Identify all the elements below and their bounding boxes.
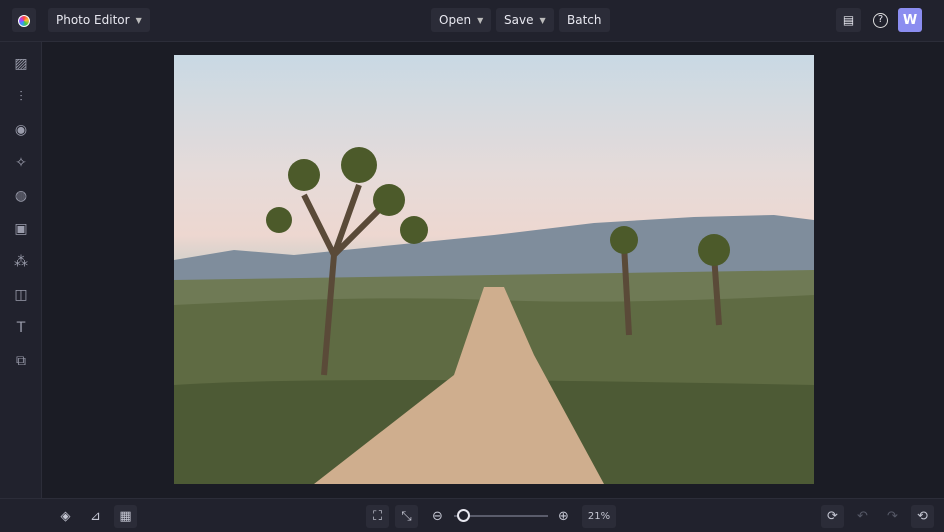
save-button[interactable]: Save ▼	[496, 8, 554, 32]
graphics-icon[interactable]: ⁂	[12, 253, 30, 271]
redo-icon: ↷	[887, 509, 898, 524]
open-label: Open	[439, 13, 472, 27]
open-button[interactable]: Open ▼	[431, 8, 492, 32]
plus-circle-icon: ⊕	[558, 509, 569, 524]
zoom-out-button[interactable]: ⊖	[426, 505, 449, 528]
batch-button[interactable]: Batch	[559, 8, 610, 32]
history-icon: ⟲	[917, 509, 928, 524]
artsy-icon[interactable]: ◍	[12, 187, 30, 205]
chevron-down-icon: ▼	[477, 15, 484, 25]
minus-circle-icon: ⊖	[432, 509, 443, 524]
expand-icon: ⛶	[372, 509, 383, 524]
undo-button[interactable]: ↶	[851, 505, 874, 528]
zoom-in-button[interactable]: ⊕	[552, 505, 575, 528]
help-button[interactable]: ?	[868, 8, 893, 32]
avatar[interactable]: W	[898, 8, 922, 32]
zoom-slider[interactable]	[454, 509, 548, 522]
top-bar: Photo Editor ▼ Open ▼ Save ▼ Batch ▤ ? W	[0, 0, 944, 42]
overlays-icon[interactable]: ◫	[12, 286, 30, 304]
zoom-slider-handle[interactable]	[456, 509, 470, 522]
history-button[interactable]: ⟲	[911, 505, 934, 528]
text-icon[interactable]: T	[12, 319, 30, 337]
sparkle-icon[interactable]: ✧	[12, 154, 30, 172]
landscape-image	[174, 147, 814, 484]
shrink-icon: ⤡	[401, 509, 412, 524]
image-icon[interactable]: ▨	[12, 55, 30, 73]
batch-label: Batch	[567, 13, 602, 27]
sidebar: ▨ ⫶ ◉ ✧ ◍ ▣ ⁂ ◫ T ⧉	[0, 42, 42, 498]
reset-button[interactable]: ⟳	[821, 505, 844, 528]
comment-icon: ▤	[842, 13, 855, 27]
layers-icon: ◈	[60, 509, 71, 524]
app-menu-label: Photo Editor	[56, 13, 130, 27]
refresh-icon: ⟳	[827, 509, 838, 524]
grid-button[interactable]: ▦	[114, 505, 137, 528]
adjust-icon[interactable]: ⫶	[12, 88, 30, 106]
photo-editor-menu[interactable]: Photo Editor ▼	[48, 8, 150, 32]
grid-icon: ▦	[119, 509, 132, 524]
photo-canvas[interactable]	[174, 55, 814, 484]
layers-button[interactable]: ◈	[54, 505, 77, 528]
logo-icon	[18, 15, 30, 27]
zoom-percent: 21%	[582, 505, 616, 528]
bottom-toolbar: ◈ ⊿ ▦ ⛶ ⤡ ⊖ ⊕ 21% ⟳ ↶ ↷ ⟲	[0, 498, 944, 532]
undo-icon: ↶	[857, 509, 868, 524]
chevron-down-icon: ▼	[539, 15, 546, 25]
save-label: Save	[504, 13, 534, 27]
zoom-percent-label: 21%	[587, 511, 611, 522]
crop-icon: ⊿	[90, 509, 101, 524]
frames-icon[interactable]: ▣	[12, 220, 30, 238]
crop-button[interactable]: ⊿	[84, 505, 107, 528]
effects-icon[interactable]: ◉	[12, 121, 30, 139]
actual-size-button[interactable]: ⤡	[395, 505, 418, 528]
comments-button[interactable]: ▤	[836, 8, 861, 32]
redo-button[interactable]: ↷	[881, 505, 904, 528]
fit-screen-button[interactable]: ⛶	[366, 505, 389, 528]
avatar-initial: W	[902, 12, 918, 28]
textures-icon[interactable]: ⧉	[12, 352, 30, 370]
chevron-down-icon: ▼	[135, 15, 142, 25]
logo[interactable]	[12, 8, 36, 32]
help-icon: ?	[873, 12, 888, 28]
